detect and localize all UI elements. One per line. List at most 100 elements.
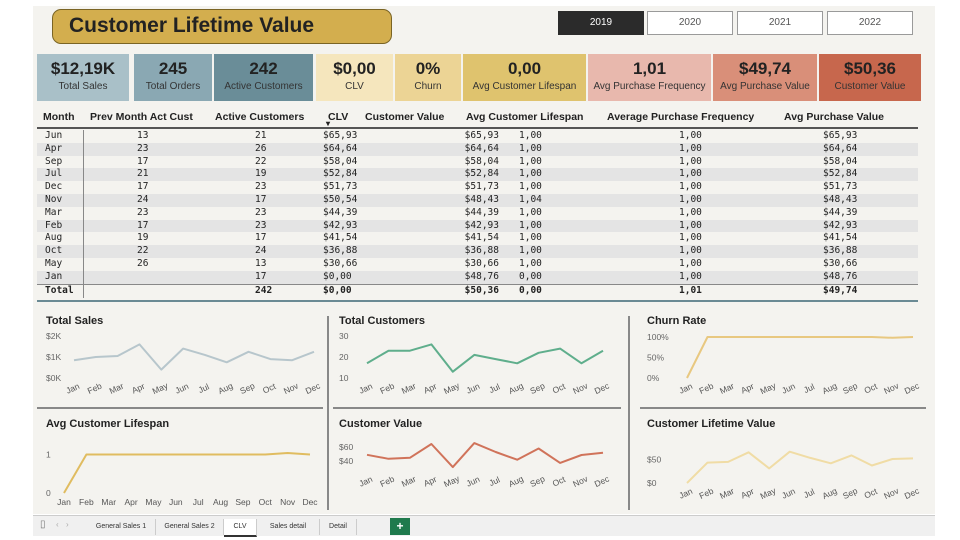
table-row[interactable]: Oct 22 24 $36,88 $36,88 1,00 1,00 $36,88 <box>37 245 918 258</box>
data-point[interactable] <box>494 357 498 361</box>
table-row[interactable]: Sep 17 22 $58,04 $58,04 1,00 1,00 $58,04 <box>37 156 918 169</box>
data-point[interactable] <box>225 360 229 364</box>
data-point[interactable] <box>580 453 584 457</box>
data-point[interactable] <box>890 336 894 340</box>
data-point[interactable] <box>558 347 562 351</box>
data-point[interactable] <box>870 463 874 467</box>
data-point[interactable] <box>829 335 833 339</box>
data-point[interactable] <box>515 458 519 462</box>
table-total-row[interactable]: Total 242 $0,00 $50,36 0,00 1,01 $49,74 <box>37 283 918 298</box>
data-point[interactable] <box>247 350 251 354</box>
data-point[interactable] <box>472 353 476 357</box>
data-point[interactable] <box>181 347 185 351</box>
data-point[interactable] <box>726 460 730 464</box>
data-point[interactable] <box>451 465 455 469</box>
year-button-2020[interactable]: 2020 <box>647 11 733 35</box>
data-point[interactable] <box>472 441 476 445</box>
sheet-tab[interactable]: General Sales 1 <box>87 519 156 535</box>
data-point[interactable] <box>365 453 369 457</box>
data-point[interactable] <box>788 450 792 454</box>
data-point[interactable] <box>494 450 498 454</box>
column-header[interactable]: Prev Month Act Cust <box>90 111 193 123</box>
table-row[interactable]: Jun 13 21 $65,93 $65,93 1,00 1,00 $65,93 <box>37 130 918 143</box>
data-point[interactable] <box>386 457 390 461</box>
data-point[interactable] <box>451 370 455 374</box>
series-line[interactable] <box>63 452 311 494</box>
data-point[interactable] <box>429 442 433 446</box>
data-point[interactable] <box>129 453 133 457</box>
data-point[interactable] <box>137 342 141 346</box>
sheet-tab[interactable]: Detail <box>320 519 357 535</box>
table-row[interactable]: Aug 19 17 $41,54 $41,54 1,00 1,00 $41,54 <box>37 232 918 245</box>
data-point[interactable] <box>268 357 272 361</box>
data-point[interactable] <box>870 335 874 339</box>
data-point[interactable] <box>429 342 433 346</box>
data-point[interactable] <box>219 453 223 457</box>
data-point[interactable] <box>558 461 562 465</box>
data-point[interactable] <box>911 456 915 460</box>
data-point[interactable] <box>151 453 155 457</box>
data-point[interactable] <box>203 353 207 357</box>
table-row[interactable]: Apr 23 26 $64,64 $64,64 1,00 1,00 $64,64 <box>37 142 918 156</box>
series-line[interactable] <box>366 442 604 469</box>
year-button-2022[interactable]: 2022 <box>827 11 913 35</box>
data-point[interactable] <box>72 358 76 362</box>
data-point[interactable] <box>107 453 111 457</box>
data-point[interactable] <box>290 358 294 362</box>
data-point[interactable] <box>911 335 915 339</box>
column-header[interactable]: Customer Value <box>365 111 444 123</box>
year-button-2021[interactable]: 2021 <box>737 11 823 35</box>
column-header[interactable]: Average Purchase Frequency <box>607 111 754 123</box>
year-button-2019[interactable]: 2019 <box>558 11 644 35</box>
data-point[interactable] <box>196 453 200 457</box>
line-chart-panel[interactable]: Churn Rate 0% 50% 100% Jan Feb Mar Apr May Jun Jul… <box>645 315 925 405</box>
data-point[interactable] <box>706 335 710 339</box>
data-point[interactable] <box>808 456 812 460</box>
data-point[interactable] <box>767 466 771 470</box>
data-point[interactable] <box>174 453 178 457</box>
series-line[interactable] <box>366 343 604 373</box>
data-point[interactable] <box>601 451 605 455</box>
scroll-right-icon[interactable]: › <box>66 520 69 529</box>
data-point[interactable] <box>515 361 519 365</box>
data-point[interactable] <box>747 335 751 339</box>
data-point[interactable] <box>706 461 710 465</box>
data-point[interactable] <box>308 453 312 457</box>
data-point[interactable] <box>408 349 412 353</box>
data-point[interactable] <box>408 456 412 460</box>
column-header[interactable]: Avg Customer Lifespan <box>466 111 583 123</box>
device-layout-icon[interactable]: ▯ <box>40 519 46 530</box>
line-chart-panel[interactable]: Customer Value $40 $60 Jan Feb Mar Apr May Jun Ju… <box>337 418 627 510</box>
data-point[interactable] <box>849 335 853 339</box>
table-row[interactable]: Jan 17 $0,00 $48,76 0,00 1,00 $48,76 <box>37 270 918 284</box>
data-point[interactable] <box>829 461 833 465</box>
table-row[interactable]: Feb 17 23 $42,93 $42,93 1,00 1,00 $42,93 <box>37 219 918 233</box>
data-point[interactable] <box>386 349 390 353</box>
data-point[interactable] <box>312 350 316 354</box>
data-point[interactable] <box>159 368 163 372</box>
table-row[interactable]: May 26 13 $30,66 $30,66 1,00 1,00 $30,66 <box>37 258 918 271</box>
table-row[interactable]: Dec 17 23 $51,73 $51,73 1,00 1,00 $51,73 <box>37 181 918 194</box>
data-point[interactable] <box>94 355 98 359</box>
data-point[interactable] <box>685 376 689 380</box>
table-row[interactable]: Jul 21 19 $52,84 $52,84 1,00 1,00 $52,84 <box>37 168 918 182</box>
data-point[interactable] <box>685 481 689 485</box>
table-row[interactable]: Nov 24 17 $50,54 $48,43 1,04 1,00 $48,43 <box>37 193 918 207</box>
data-point[interactable] <box>263 453 267 457</box>
data-point[interactable] <box>286 451 290 455</box>
data-point[interactable] <box>116 354 120 358</box>
series-line[interactable] <box>686 450 914 484</box>
column-header[interactable]: Avg Purchase Value <box>784 111 884 123</box>
series-line[interactable] <box>686 336 914 379</box>
line-chart-panel[interactable]: Customer Lifetime Value $0 $50 Jan Feb Mar Apr… <box>645 418 925 510</box>
add-page-button[interactable]: + <box>390 518 410 535</box>
column-header[interactable]: Month <box>43 111 75 123</box>
data-point[interactable] <box>241 453 245 457</box>
data-point[interactable] <box>580 361 584 365</box>
sheet-tab[interactable]: Sales detail <box>257 519 320 535</box>
column-header[interactable]: Active Customers <box>215 111 304 123</box>
sheet-tab[interactable]: General Sales 2 <box>156 519 224 535</box>
sheet-tab[interactable]: CLV <box>224 519 257 537</box>
data-point[interactable] <box>747 450 751 454</box>
data-point[interactable] <box>849 453 853 457</box>
